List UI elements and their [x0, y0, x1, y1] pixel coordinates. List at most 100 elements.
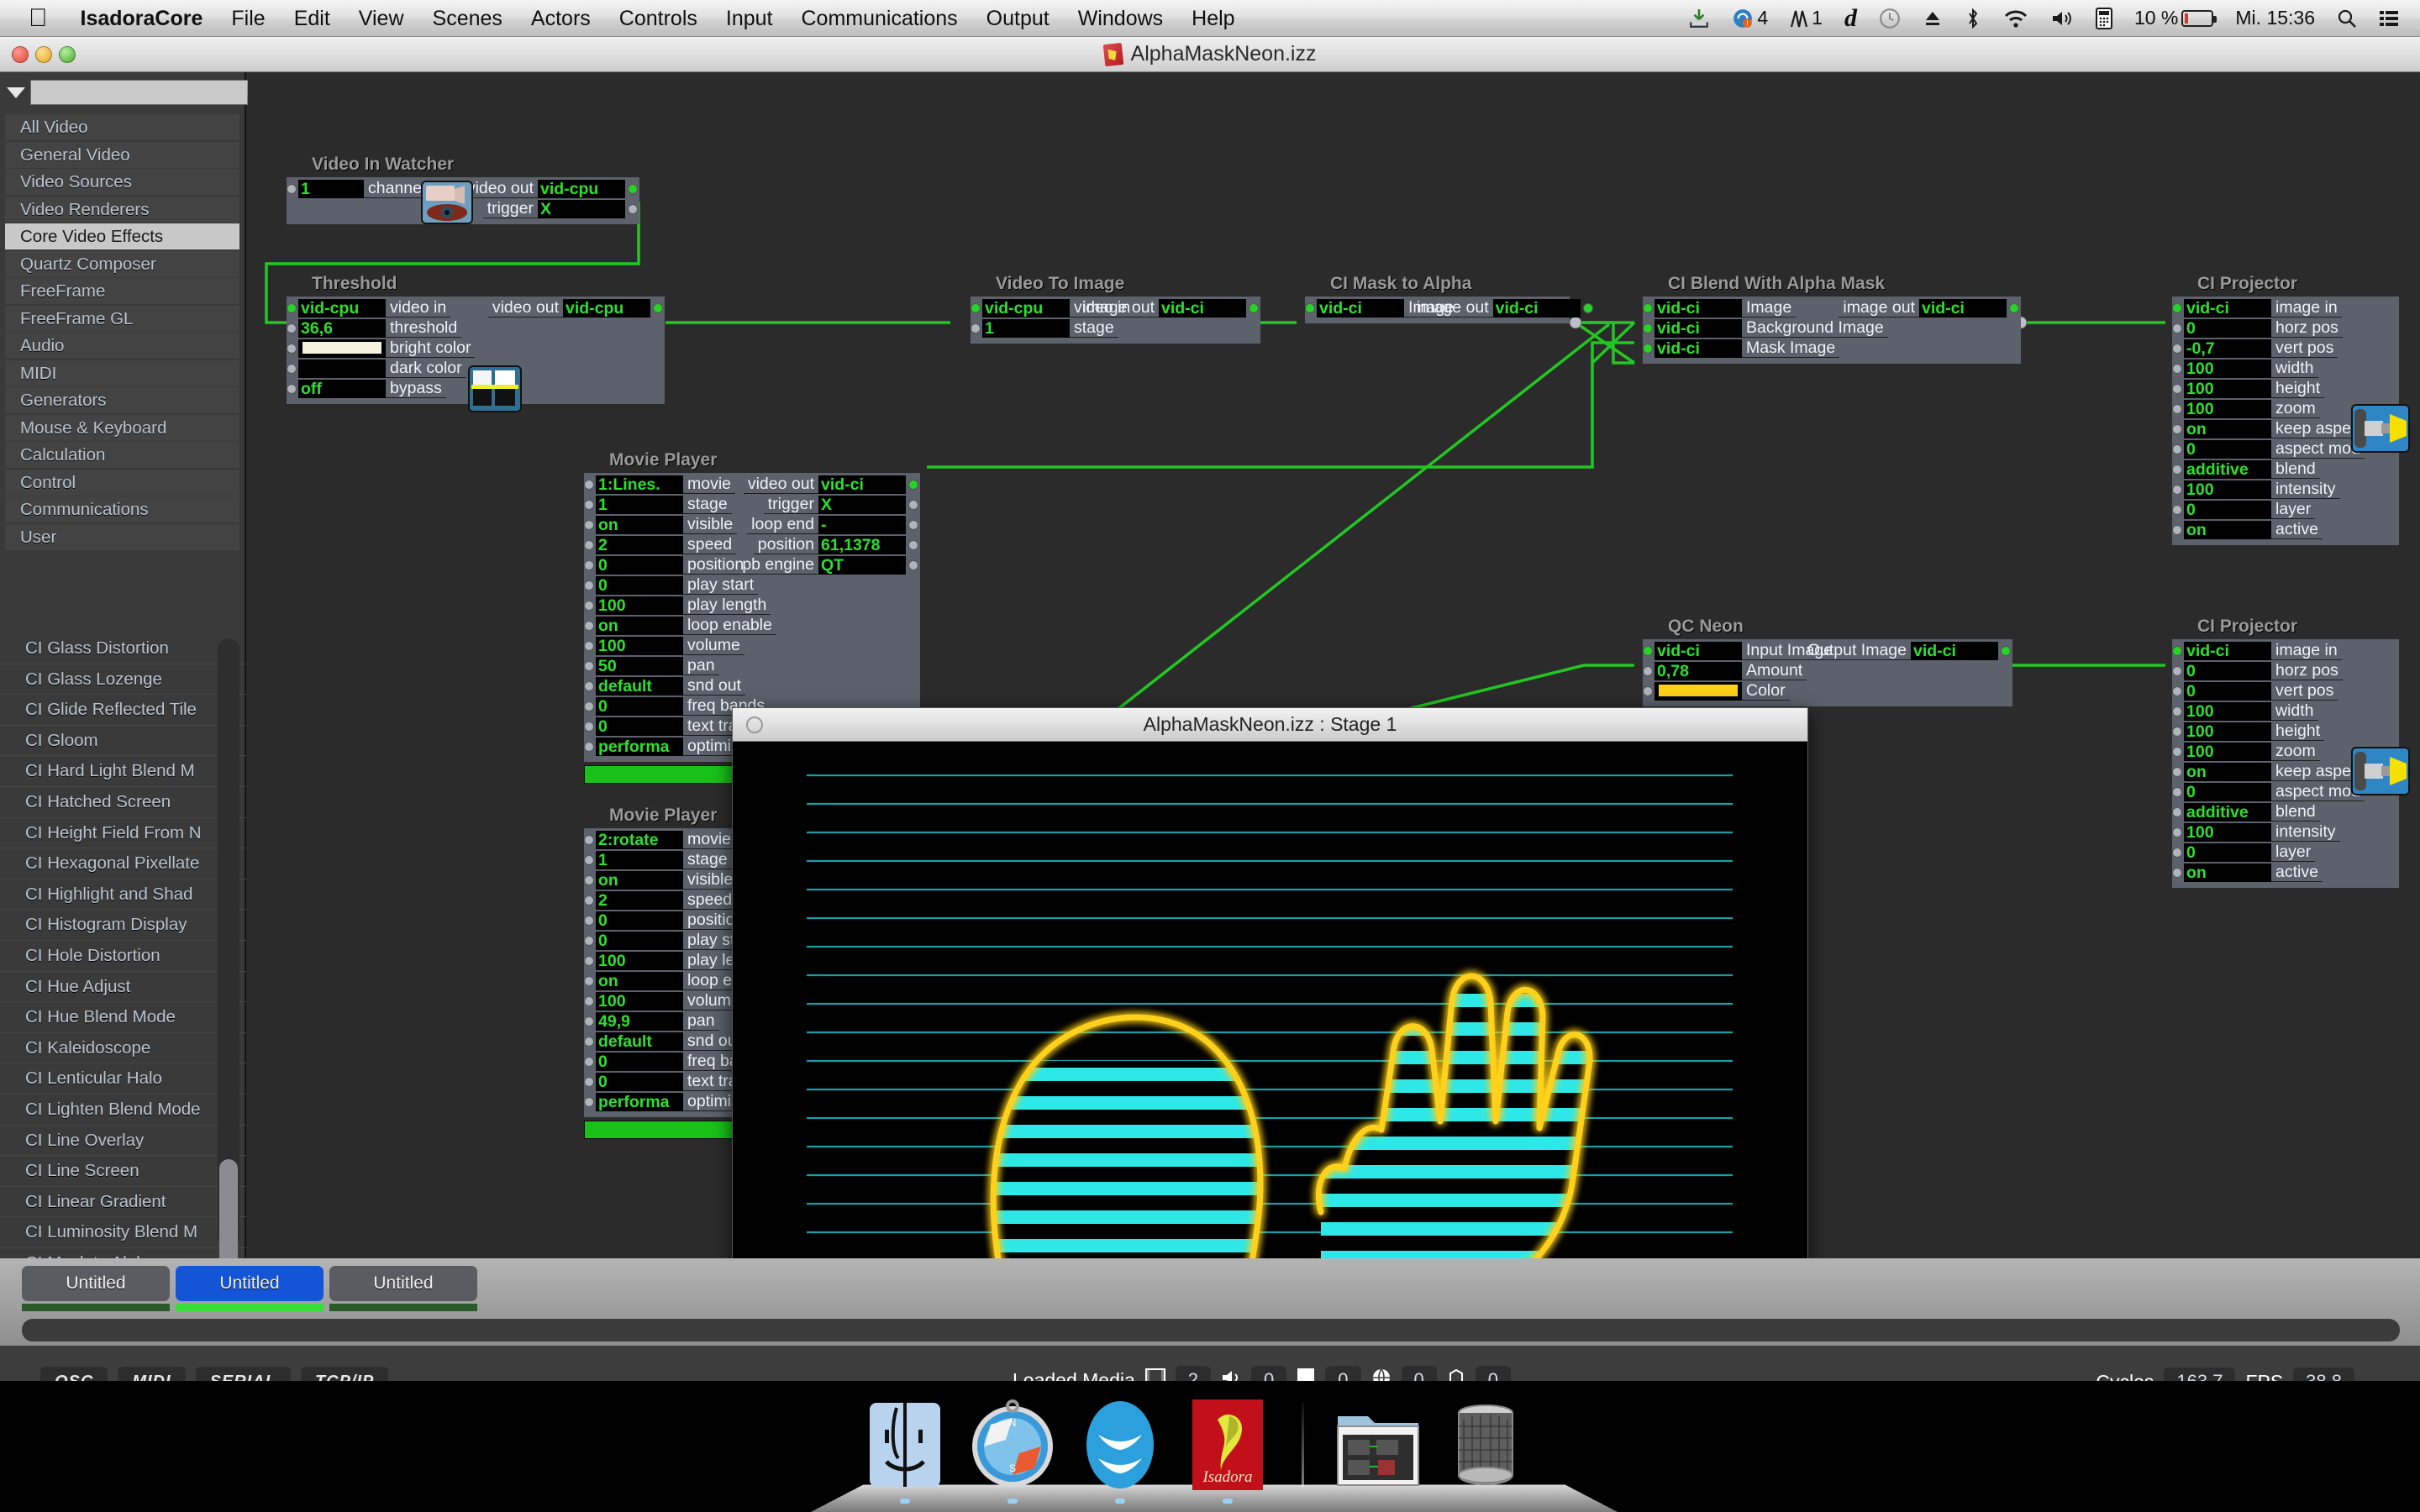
- close-button[interactable]: [12, 46, 29, 63]
- output-plug-icon[interactable]: [628, 184, 638, 194]
- bluetooth-icon[interactable]: [1954, 8, 1992, 29]
- category-item-freeframe[interactable]: FreeFrame: [5, 278, 239, 304]
- input-value-field[interactable]: 0: [596, 1053, 683, 1071]
- input-plug-icon[interactable]: [2172, 868, 2182, 878]
- actor-list-item[interactable]: CI Highlight and Shad: [0, 879, 246, 911]
- input-value-field[interactable]: on: [596, 617, 683, 635]
- output-plug-icon[interactable]: [653, 303, 663, 313]
- actor-list-item[interactable]: CI Gloom: [0, 726, 246, 757]
- node-ci-blend-with-alpha-mask[interactable]: CI Blend With Alpha Mask vid-ci Image image…: [1643, 274, 2021, 364]
- input-plug-icon[interactable]: [287, 384, 297, 394]
- input-value-field[interactable]: 100: [2184, 702, 2271, 721]
- output-plug-icon[interactable]: [908, 520, 918, 530]
- input-plug-icon[interactable]: [584, 1037, 594, 1047]
- menu-bar-clock[interactable]: Mi. 15:36: [2224, 7, 2326, 29]
- actor-list-item[interactable]: CI Line Screen: [0, 1156, 246, 1187]
- input-plug-icon[interactable]: [584, 835, 594, 845]
- output-value-field[interactable]: vid-ci: [1159, 299, 1246, 318]
- zoom-button[interactable]: [59, 46, 76, 63]
- menu-item-help[interactable]: Help: [1177, 0, 1249, 37]
- search-field-wrapper[interactable]: X: [30, 80, 273, 105]
- menu-item-view[interactable]: View: [345, 0, 418, 37]
- input-value-field[interactable]: 0: [596, 932, 683, 950]
- input-value-field[interactable]: default: [596, 1032, 683, 1051]
- output-plug-icon[interactable]: [908, 560, 918, 570]
- input-value-field[interactable]: 1: [596, 496, 683, 514]
- input-plug-icon[interactable]: [287, 184, 297, 194]
- color-swatch[interactable]: [302, 341, 382, 354]
- output-value-field[interactable]: QT: [818, 556, 906, 575]
- window-title-bar[interactable]: AlphaMaskNeon.izz: [0, 37, 2420, 72]
- input-value-field[interactable]: 0: [2184, 783, 2271, 801]
- input-plug-icon[interactable]: [971, 303, 981, 313]
- input-plug-icon[interactable]: [584, 480, 594, 490]
- output-value-field[interactable]: vid-ci: [1492, 299, 1581, 318]
- input-plug-icon[interactable]: [584, 742, 594, 752]
- input-plug-icon[interactable]: [2172, 384, 2182, 394]
- input-value-field[interactable]: vid-ci: [2184, 299, 2271, 318]
- input-value-field[interactable]: 2: [596, 536, 683, 554]
- actor-list-item[interactable]: CI Hue Adjust: [0, 972, 246, 1003]
- trash-icon[interactable]: [1439, 1398, 1533, 1492]
- input-value-field[interactable]: -0,7: [2184, 339, 2271, 358]
- calculator-icon[interactable]: [2085, 7, 2123, 29]
- audio-meter-icon[interactable]: 1: [1779, 7, 1833, 29]
- input-value-field[interactable]: 0: [596, 717, 683, 736]
- menu-item-windows[interactable]: Windows: [1064, 0, 1177, 37]
- input-plug-icon[interactable]: [2172, 727, 2182, 737]
- category-item-core-video-effects[interactable]: Core Video Effects: [5, 223, 239, 249]
- actor-list-item[interactable]: CI Linear Gradient: [0, 1187, 246, 1218]
- input-value-field[interactable]: additive: [2184, 460, 2271, 479]
- actor-list-item[interactable]: CI Glass Distortion: [0, 633, 246, 664]
- input-value-field[interactable]: 0: [2184, 440, 2271, 459]
- input-value-field[interactable]: 100: [2184, 823, 2271, 842]
- input-plug-icon[interactable]: [287, 323, 297, 333]
- input-plug-icon[interactable]: [584, 560, 594, 570]
- input-value-field[interactable]: 0: [2184, 319, 2271, 338]
- input-plug-icon[interactable]: [2172, 706, 2182, 717]
- stage-close-button[interactable]: [746, 717, 763, 733]
- input-plug-icon[interactable]: [2172, 323, 2182, 333]
- actor-list-item[interactable]: CI Line Overlay: [0, 1126, 246, 1157]
- input-value-field[interactable]: off: [298, 380, 386, 398]
- input-plug-icon[interactable]: [2172, 848, 2182, 858]
- menu-app-name[interactable]: IsadoraCore: [66, 0, 218, 37]
- input-value-field[interactable]: 100: [2184, 743, 2271, 761]
- output-value-field[interactable]: -: [818, 516, 906, 534]
- input-plug-icon[interactable]: [584, 661, 594, 671]
- actor-list-item[interactable]: CI Glass Lozenge: [0, 664, 246, 696]
- input-value-field[interactable]: vid-ci: [2184, 642, 2271, 660]
- input-value-field[interactable]: on: [596, 871, 683, 890]
- input-plug-icon[interactable]: [971, 323, 981, 333]
- input-plug-icon[interactable]: [2172, 646, 2182, 656]
- category-item-all-video[interactable]: All Video: [5, 114, 239, 140]
- menu-item-communications[interactable]: Communications: [786, 0, 971, 37]
- input-plug-icon[interactable]: [2172, 767, 2182, 777]
- input-value-field[interactable]: 36,6: [298, 319, 386, 338]
- input-plug-icon[interactable]: [1643, 323, 1653, 333]
- category-item-freeframe-gl[interactable]: FreeFrame GL: [5, 305, 239, 332]
- category-item-generators[interactable]: Generators: [5, 387, 239, 413]
- stage-window-title-bar[interactable]: AlphaMaskNeon.izz : Stage 1: [733, 708, 1807, 742]
- input-plug-icon[interactable]: [1643, 303, 1653, 313]
- input-plug-icon[interactable]: [584, 580, 594, 591]
- input-value-field[interactable]: 100: [596, 637, 683, 655]
- node-ci-projector-2[interactable]: CI Projector vid-ci image in 0 horz pos 0 vert…: [2172, 617, 2410, 888]
- stage-window[interactable]: AlphaMaskNeon.izz : Stage 1: [732, 707, 1808, 1346]
- output-value-field[interactable]: vid-ci: [1919, 299, 2007, 318]
- output-plug-icon[interactable]: [2001, 646, 2011, 656]
- input-plug-icon[interactable]: [584, 500, 594, 510]
- downloads-stack-icon[interactable]: [1331, 1398, 1425, 1492]
- notification-center-icon[interactable]: [2368, 8, 2410, 29]
- input-plug-icon[interactable]: [2172, 747, 2182, 757]
- input-value-field[interactable]: vid-ci: [1655, 339, 1742, 358]
- time-machine-icon[interactable]: [1868, 8, 1912, 29]
- node-ci-projector-1[interactable]: CI Projector vid-ci image in 0 horz pos -0,7 v…: [2172, 274, 2410, 545]
- input-plug-icon[interactable]: [584, 1057, 594, 1067]
- input-value-field[interactable]: 0: [596, 911, 683, 930]
- output-plug-icon[interactable]: [908, 480, 918, 490]
- scene-tab[interactable]: Untitled: [22, 1266, 170, 1301]
- output-value-field[interactable]: vid-ci: [818, 475, 906, 494]
- disclosure-triangle-icon[interactable]: [7, 87, 25, 98]
- openoffice-icon[interactable]: [1073, 1398, 1167, 1504]
